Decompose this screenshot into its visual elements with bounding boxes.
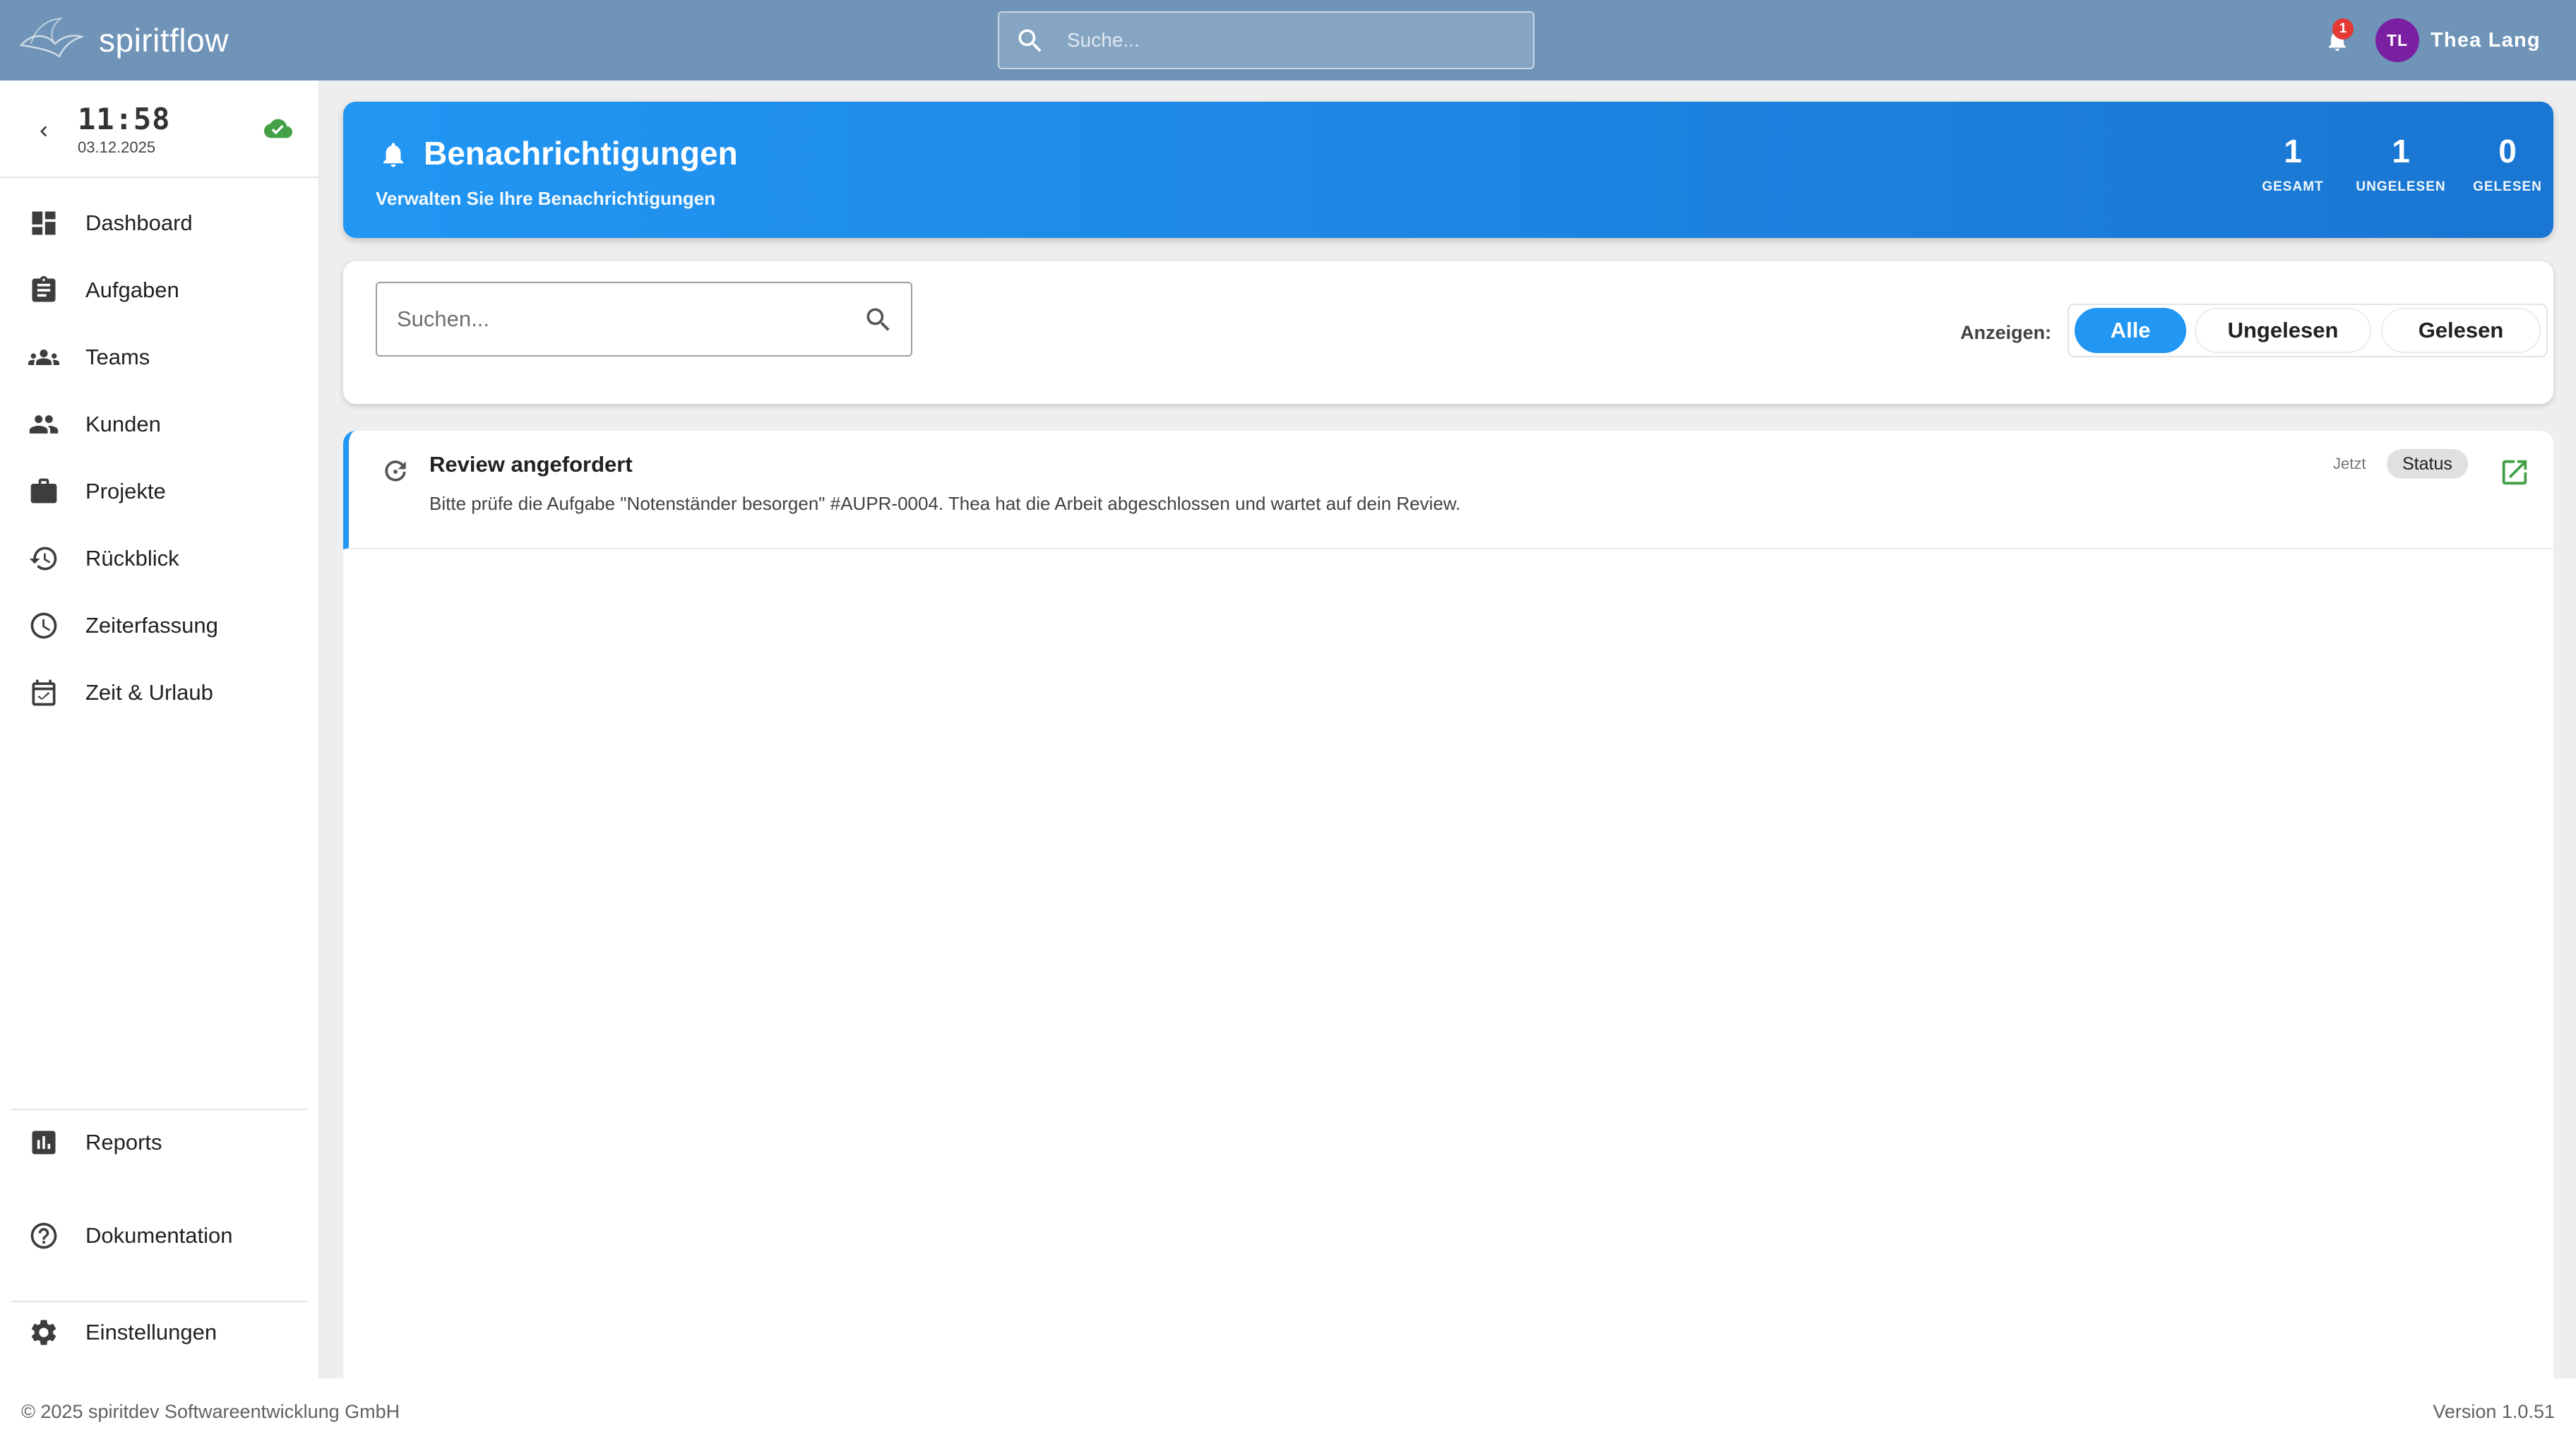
clipboard-icon (32, 275, 56, 302)
sidebar-item-label: Zeit & Urlaub (85, 680, 213, 705)
footer: © 2025 spiritdev Softwareentwicklung Gmb… (0, 1378, 2576, 1449)
stat-label: GELESEN (2473, 179, 2542, 194)
sidebar-item-projekte[interactable]: Projekte (0, 460, 319, 523)
sidebar-item-kunden[interactable]: Kunden (0, 393, 319, 455)
stat-value: 1 (2284, 133, 2302, 169)
stat-label: GESAMT (2262, 179, 2324, 194)
notification-search-box[interactable] (376, 282, 912, 357)
bar-chart-icon (32, 1131, 56, 1155)
sidebar-divider (11, 1109, 308, 1110)
sidebar-item-label: Teams (85, 345, 150, 369)
list-item[interactable]: Review angefordert Bitte prüfe die Aufga… (343, 431, 2553, 549)
filter-toggle-group: Alle Ungelesen Gelesen (2068, 304, 2548, 357)
sidebar-item-dokumentation[interactable]: Dokumentation (0, 1205, 319, 1267)
sidebar-item-label: Reports (85, 1130, 162, 1155)
notification-text: Bitte prüfe die Aufgabe "Notenständer be… (429, 493, 1461, 514)
sidebar-item-label: Einstellungen (85, 1320, 217, 1344)
sidebar-item-zeiterfassung[interactable]: Zeiterfassung (0, 595, 319, 657)
app-name: spiritflow (99, 22, 229, 59)
sidebar-item-aufgaben[interactable]: Aufgaben (0, 259, 319, 321)
avatar: TL (2375, 18, 2419, 62)
filter-all-button[interactable]: Alle (2075, 308, 2186, 353)
people-icon (29, 415, 59, 434)
stat-total: 1 GESAMT (2236, 133, 2349, 195)
status-badge: Status (2387, 449, 2468, 479)
user-name: Thea Lang (2431, 28, 2541, 52)
calendar-check-icon (32, 679, 56, 706)
stat-label: UNGELESEN (2356, 179, 2446, 194)
clock-date: 03.12.2025 (78, 138, 156, 156)
global-search-input[interactable] (1067, 13, 1519, 68)
filter-unread-button[interactable]: Ungelesen (2195, 308, 2371, 353)
filter-card: Anzeigen: Alle Ungelesen Gelesen (343, 261, 2553, 404)
refresh-icon (385, 460, 406, 482)
filter-label: Anzeigen: (1960, 322, 2052, 343)
bell-icon (383, 143, 403, 167)
notification-count-badge: 1 (2332, 18, 2354, 40)
global-search-box[interactable] (998, 11, 1534, 69)
gear-icon (31, 1320, 56, 1345)
page-title: Benachrichtigungen (424, 135, 738, 172)
sidebar-item-label: Rückblick (85, 546, 179, 571)
sidebar-item-label: Projekte (85, 479, 166, 503)
notification-list: Review angefordert Bitte prüfe die Aufga… (343, 431, 2553, 1378)
stat-read: 0 GELESEN (2451, 133, 2564, 195)
sidebar-item-label: Dokumentation (85, 1223, 233, 1248)
sidebar-item-label: Dashboard (85, 210, 193, 235)
sidebar-item-teams[interactable]: Teams (0, 326, 319, 388)
page-subtitle: Verwalten Sie Ihre Benachrichtigungen (376, 188, 716, 209)
sidebar-item-zeit-urlaub[interactable]: Zeit & Urlaub (0, 662, 319, 724)
sidebar-item-reports[interactable]: Reports (0, 1111, 319, 1174)
clock-icon (30, 612, 57, 639)
sidebar-item-label: Kunden (85, 412, 161, 436)
cloud-done-icon (264, 119, 292, 138)
notification-time: Jetzt (2333, 455, 2366, 472)
dashboard-icon (32, 211, 56, 235)
help-circle-icon (30, 1222, 57, 1249)
history-icon (29, 547, 57, 571)
sidebar-item-einstellungen[interactable]: Einstellungen (0, 1301, 319, 1364)
main-content: Benachrichtigungen Verwalten Sie Ihre Be… (319, 80, 2576, 1378)
notification-search-input[interactable] (397, 283, 849, 355)
sidebar-item-dashboard[interactable]: Dashboard (0, 192, 319, 254)
groups-icon (28, 350, 59, 365)
brand[interactable]: spiritflow (18, 13, 229, 68)
search-icon (1018, 29, 1042, 52)
clock-widget: 11:58 03.12.2025 (0, 80, 319, 178)
sidebar: 11:58 03.12.2025 Dashboard Aufgaben Team… (0, 80, 319, 1378)
chevron-left-icon[interactable] (30, 117, 58, 145)
search-icon[interactable] (863, 304, 894, 335)
stat-value: 0 (2498, 133, 2517, 169)
page-header-banner: Benachrichtigungen Verwalten Sie Ihre Be… (343, 102, 2553, 238)
sidebar-item-rueckblick[interactable]: Rückblick (0, 527, 319, 590)
filter-read-button[interactable]: Gelesen (2381, 308, 2541, 353)
top-app-bar: spiritflow 1 TL Thea Lang (0, 0, 2576, 80)
user-menu[interactable]: TL Thea Lang (2375, 17, 2541, 64)
footer-version: Version 1.0.51 (2433, 1401, 2555, 1422)
footer-copyright: © 2025 spiritdev Softwareentwicklung Gmb… (21, 1401, 400, 1422)
sidebar-item-label: Aufgaben (85, 278, 179, 302)
stat-value: 1 (2392, 133, 2410, 169)
stat-unread: 1 UNGELESEN (2344, 133, 2457, 195)
briefcase-icon (30, 478, 57, 503)
sidebar-item-label: Zeiterfassung (85, 613, 218, 638)
spiritflow-logo-icon (19, 17, 83, 59)
clock-time: 11:58 (78, 102, 171, 136)
notification-title: Review angefordert (429, 452, 633, 477)
open-in-new-icon[interactable] (2498, 456, 2531, 489)
